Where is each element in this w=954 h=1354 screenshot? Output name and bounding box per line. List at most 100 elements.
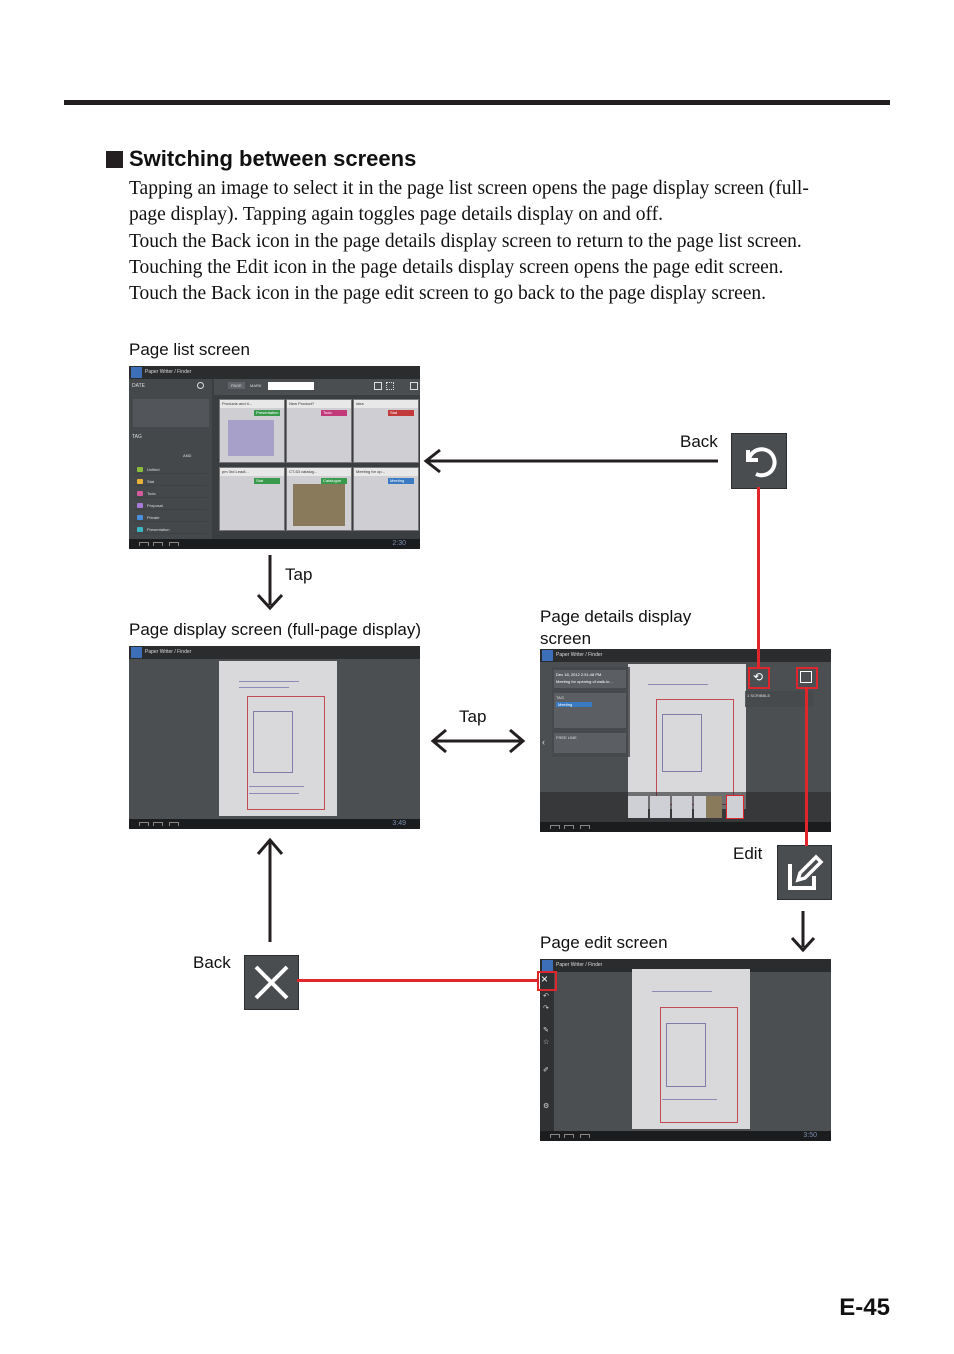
search-input[interactable] — [268, 382, 314, 390]
tap-down-arrow — [256, 555, 284, 611]
tag-item[interactable]: Proposal — [133, 501, 207, 510]
tag-label: TAG — [132, 434, 142, 440]
tag-icon — [137, 467, 143, 472]
home-nav-icon[interactable] — [564, 825, 574, 829]
redo-icon[interactable]: ↷ — [543, 1004, 549, 1012]
edit-connector — [805, 689, 808, 846]
filmstrip-thumb[interactable] — [672, 796, 692, 818]
recent-nav-icon[interactable] — [580, 825, 590, 829]
page-thumbnail[interactable]: idea Stat — [353, 399, 419, 463]
tag-item[interactable]: Private — [133, 513, 207, 522]
list-view-icon[interactable] — [374, 382, 382, 390]
paragraph-line: Touch the Back icon in the page details … — [129, 231, 802, 252]
marker-icon[interactable]: ✐ — [543, 1066, 549, 1074]
grid-view-icon[interactable] — [386, 382, 394, 390]
close-icon — [244, 955, 299, 1010]
recent-nav-icon[interactable] — [169, 542, 179, 546]
tab-page[interactable]: PAGE — [228, 382, 245, 389]
section-heading: Switching between screens — [106, 146, 416, 172]
tag-panel[interactable]: TAG Meeting — [554, 693, 626, 728]
notes: 1 SCRIBBLE — [747, 693, 771, 698]
back-left-arrow — [423, 448, 718, 474]
page-list-screen: Paper Writer / Finder DATE TAG AND Unfil… — [129, 366, 420, 549]
filmstrip-thumb[interactable] — [650, 796, 670, 818]
status-bar: Paper Writer / Finder — [129, 646, 420, 659]
tag-icon — [137, 515, 143, 520]
filter-sidebar: DATE TAG AND Unfiled Stat Todo Proposal … — [129, 379, 212, 539]
page-thumbnail[interactable]: New Product? Todo — [286, 399, 352, 463]
page-number: E-45 — [839, 1294, 890, 1321]
app-icon — [542, 960, 553, 971]
back-arrow-glyph — [746, 447, 777, 478]
tab-mark[interactable]: MARK — [250, 383, 262, 388]
tag-item[interactable]: Presentation — [133, 525, 207, 534]
filmstrip-thumb-selected[interactable] — [726, 795, 744, 819]
tag-item-label: Presentation — [147, 527, 170, 532]
star-icon[interactable]: ☆ — [543, 1038, 549, 1046]
tag-item[interactable]: Unfiled — [133, 465, 207, 474]
chevron-left-icon[interactable]: ‹ — [542, 737, 545, 747]
page-image[interactable] — [628, 664, 746, 809]
tag-icon — [137, 491, 143, 496]
undo-icon[interactable]: ↶ — [543, 992, 549, 1000]
page-details-screen: Paper Writer / Finder Dec 18, 2012 2:51:… — [540, 649, 831, 832]
back-label-bottom: Back — [193, 953, 231, 972]
drawing — [666, 1023, 706, 1087]
home-nav-icon[interactable] — [153, 822, 163, 826]
edit-icon[interactable] — [410, 382, 418, 390]
text-line — [648, 684, 708, 685]
clock: 2:30 — [392, 540, 406, 547]
free-line-panel[interactable]: FREE LINE — [554, 733, 626, 753]
square-bullet-icon — [106, 150, 123, 168]
settings-icon[interactable]: ⚙ — [543, 1102, 549, 1110]
nav-bar: 2:30 — [129, 539, 420, 549]
page-details-label-2: screen — [540, 629, 592, 648]
date-range[interactable] — [133, 399, 209, 427]
page-thumbnail[interactable]: CT-63 catalog... Catalogue — [286, 467, 352, 531]
back-nav-icon[interactable] — [139, 542, 149, 546]
tag-item[interactable]: Stat — [133, 477, 207, 486]
thumb-title: pm 3rd Leadi... — [220, 468, 284, 476]
recent-nav-icon[interactable] — [580, 1134, 590, 1138]
back-nav-icon[interactable] — [550, 825, 560, 829]
back-nav-icon[interactable] — [139, 822, 149, 826]
back-nav-icon[interactable] — [550, 1134, 560, 1138]
home-nav-icon[interactable] — [153, 542, 163, 546]
pen-icon[interactable]: ✎ — [543, 1026, 549, 1034]
filmstrip-thumb[interactable] — [628, 796, 648, 818]
page-image[interactable] — [219, 661, 337, 816]
page-edit-label: Page edit screen — [540, 933, 668, 952]
close-icon-small[interactable]: × — [541, 972, 548, 986]
tag-icon — [137, 503, 143, 508]
page-thumbnail[interactable]: Products and ti... Presentation — [219, 399, 285, 463]
tap-double-arrow — [430, 728, 526, 754]
edit-icon-small[interactable] — [800, 671, 812, 683]
notes-panel: 1 SCRIBBLE — [745, 691, 813, 707]
section-title: Switching between screens — [129, 146, 417, 171]
thumb-photo — [293, 484, 345, 526]
back-up-arrow — [256, 837, 284, 942]
page-thumbnail[interactable]: pm 3rd Leadi... Stat — [219, 467, 285, 531]
tag-item-label: Proposal — [147, 503, 163, 508]
back-icon-small[interactable]: ⟲ — [753, 670, 763, 684]
recent-nav-icon[interactable] — [169, 822, 179, 826]
thumb-tag: Stat — [388, 410, 414, 416]
text-line — [239, 681, 299, 682]
page-info[interactable]: Dec 18, 2012 2:51:48 PM Meeting for open… — [554, 670, 626, 688]
drawing — [662, 714, 702, 772]
page-date: Dec 18, 2012 2:51:48 PM — [556, 672, 602, 677]
tag-item[interactable]: Todo — [133, 489, 207, 498]
page-display-label: Page display screen (full-page display) — [129, 620, 421, 639]
app-title: Paper Writer / Finder — [556, 962, 603, 968]
paragraph-line: Touching the Edit icon in the page detai… — [129, 257, 784, 278]
app-title: Paper Writer / Finder — [145, 369, 192, 375]
filmstrip-thumb[interactable] — [706, 796, 722, 818]
back-icon — [731, 433, 787, 489]
app-icon — [131, 367, 142, 378]
home-nav-icon[interactable] — [564, 1134, 574, 1138]
clock-icon[interactable] — [197, 382, 204, 389]
date-label: DATE — [132, 383, 145, 389]
page-image[interactable] — [632, 969, 750, 1129]
top-rule — [64, 100, 890, 105]
page-thumbnail[interactable]: Meeting for op... Meeting — [353, 467, 419, 531]
